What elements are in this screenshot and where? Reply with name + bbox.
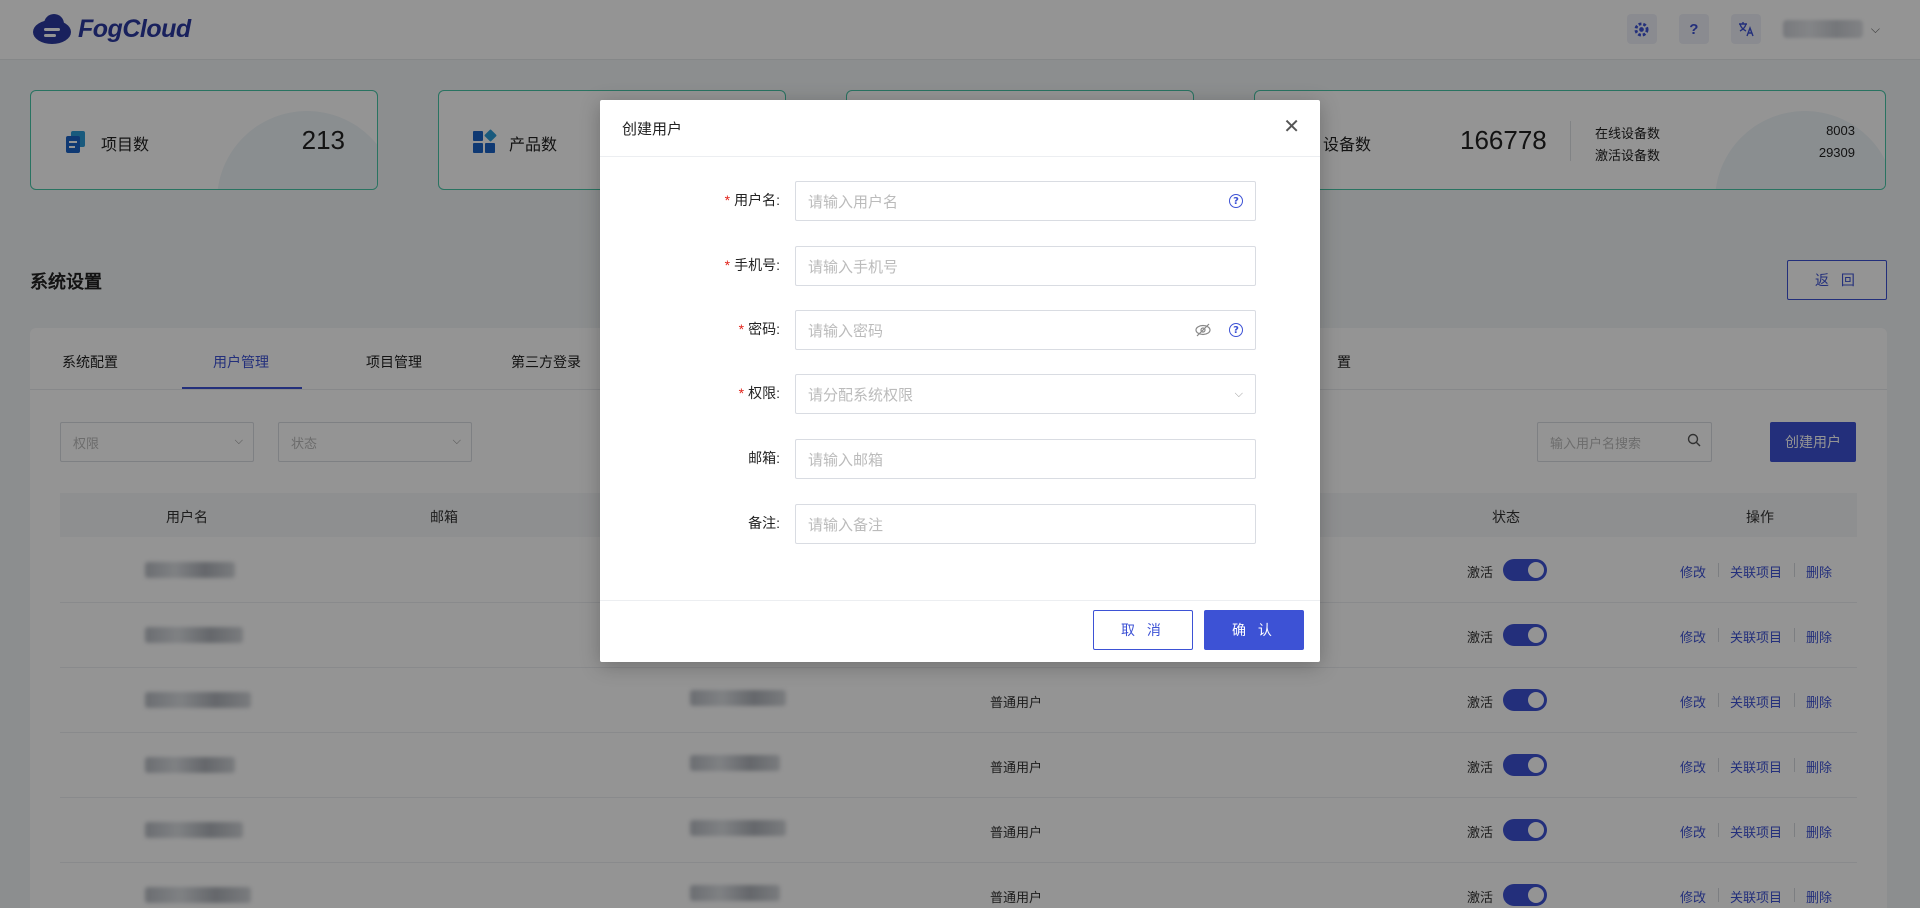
username-field[interactable]: 请输入用户名 ? [795, 181, 1256, 221]
help-circle-icon[interactable]: ? [1229, 323, 1243, 337]
remark-label: 备注: [748, 515, 780, 531]
eye-off-icon[interactable] [1195, 323, 1211, 337]
password-label: * 密码: [738, 321, 780, 337]
phone-field[interactable]: 请输入手机号 [795, 246, 1256, 286]
cancel-button[interactable]: 取 消 [1093, 610, 1193, 650]
remark-field[interactable]: 请输入备注 [795, 504, 1256, 544]
chevron-down-icon: ⌵ [1234, 387, 1243, 400]
username-label: * 用户名: [724, 192, 780, 208]
permission-label: * 权限: [738, 385, 780, 401]
email-field[interactable]: 请输入邮箱 [795, 439, 1256, 479]
dialog-title: 创建用户 [622, 121, 683, 138]
permission-select[interactable]: 请分配系统权限 ⌵ [795, 374, 1256, 414]
close-icon[interactable]: ✕ [1283, 114, 1300, 139]
confirm-button[interactable]: 确 认 [1204, 610, 1304, 650]
phone-label: * 手机号: [724, 257, 780, 273]
email-label: 邮箱: [748, 450, 780, 466]
help-circle-icon[interactable]: ? [1229, 194, 1243, 208]
password-field[interactable]: 请输入密码 ? [795, 310, 1256, 350]
create-user-dialog: 创建用户 ✕ * 用户名: 请输入用户名 ? * 手机号: 请输入手机号 * 密码: … [600, 100, 1320, 662]
